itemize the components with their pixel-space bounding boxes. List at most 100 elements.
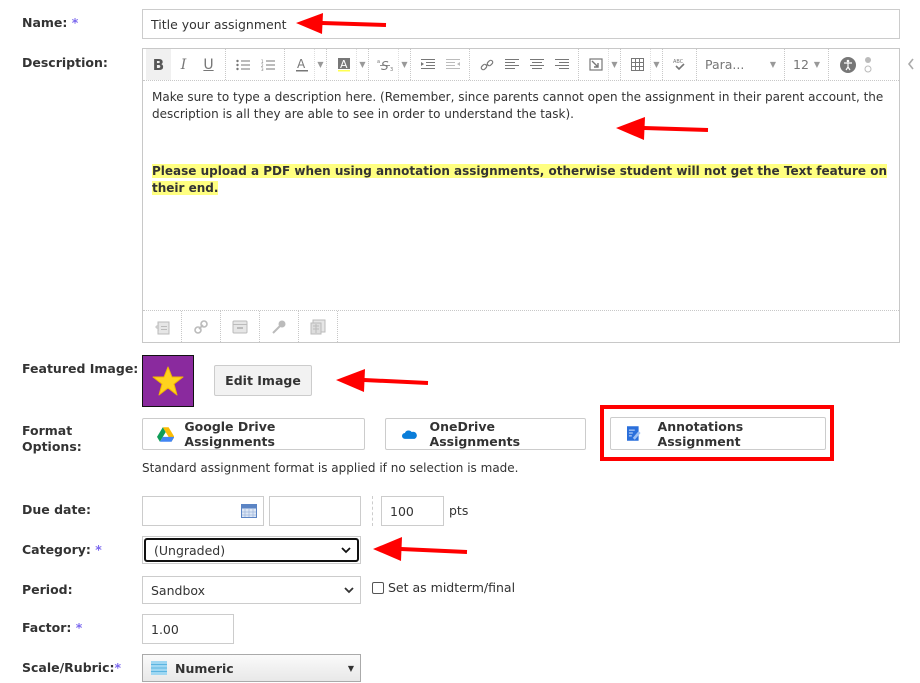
editor-content[interactable]: Make sure to type a description here. (R… — [152, 89, 887, 197]
factor-input[interactable]: 1.00 — [142, 614, 234, 644]
midterm-checkbox[interactable] — [372, 581, 384, 594]
description-editor[interactable]: B I U 123 A ▼ A ▼ aS3 ▼ ▼ ▼ ABC Para... … — [142, 48, 900, 343]
category-select-wrap: (Ungraded) — [142, 536, 361, 564]
highlight-color-dropdown[interactable]: ▼ — [356, 49, 368, 80]
name-input[interactable]: Title your assignment — [142, 9, 900, 39]
svg-text:3: 3 — [261, 67, 264, 71]
align-left-button[interactable] — [499, 49, 524, 80]
indent-icon — [420, 58, 435, 69]
spellcheck-button[interactable]: ABC — [667, 49, 692, 80]
annotations-assignment-label: Annotations Assignment — [657, 418, 744, 449]
factor-label-text: Factor: — [22, 620, 72, 635]
google-drive-assignments-button[interactable]: Google Drive Assignments — [142, 418, 365, 450]
due-time-input[interactable] — [269, 496, 361, 526]
insert-media-dropdown[interactable]: ▼ — [608, 49, 620, 80]
indent-button[interactable] — [415, 49, 440, 80]
bold-button[interactable]: B — [146, 49, 171, 80]
svg-text:a: a — [377, 59, 380, 65]
factor-value: 1.00 — [151, 621, 179, 637]
record-audio-button[interactable] — [260, 311, 299, 342]
font-color-button[interactable]: A — [289, 49, 314, 80]
scale-rubric-select[interactable]: Numeric ▼ — [142, 654, 361, 682]
field-divider — [372, 496, 373, 526]
onedrive-assignments-label: OneDrive Assignments — [429, 419, 521, 449]
paragraph-format-select[interactable]: Para... ▼ — [697, 49, 785, 80]
table-dropdown[interactable]: ▼ — [650, 49, 662, 80]
period-select[interactable]: Sandbox — [142, 576, 361, 604]
annotation-arrow-description — [616, 117, 709, 140]
accessibility-button[interactable] — [835, 49, 860, 80]
insert-link-button[interactable] — [182, 311, 221, 342]
align-center-icon — [529, 58, 544, 69]
scale-rubric-label: Scale/Rubric:* — [22, 660, 121, 676]
due-date-input[interactable] — [142, 496, 264, 526]
insert-content-button[interactable] — [143, 311, 182, 342]
bold-icon: B — [152, 55, 165, 74]
annotations-icon — [627, 426, 641, 441]
points-value: 100 — [390, 503, 414, 519]
name-input-value: Title your assignment — [151, 16, 287, 32]
align-left-icon — [504, 58, 519, 69]
link-button[interactable] — [474, 49, 499, 80]
insert-media-button[interactable] — [583, 49, 608, 80]
spellcheck-icon: ABC — [673, 59, 685, 70]
more-button[interactable] — [860, 49, 876, 80]
featured-image-thumbnail[interactable] — [142, 355, 194, 407]
scale-rubric-label-text: Scale/Rubric: — [22, 660, 115, 675]
annotations-assignment-button[interactable]: Annotations Assignment — [610, 417, 826, 450]
midterm-checkbox-label: Set as midterm/final — [388, 580, 516, 595]
highlight-color-button[interactable]: A — [331, 49, 356, 80]
align-center-button[interactable] — [524, 49, 549, 80]
format-options-label-line1: Format — [22, 423, 73, 438]
points-input[interactable]: 100 — [381, 496, 444, 526]
period-label: Period: — [22, 582, 73, 597]
due-date-label: Due date: — [22, 502, 91, 517]
bulleted-list-icon — [235, 59, 250, 70]
description-paragraph: Make sure to type a description here. (R… — [152, 90, 884, 121]
edit-image-button[interactable]: Edit Image — [214, 365, 312, 396]
annotation-arrow-category — [373, 537, 468, 561]
underline-icon: U — [203, 56, 214, 73]
underline-button[interactable]: U — [196, 49, 221, 80]
onedrive-assignments-button[interactable]: OneDrive Assignments — [385, 418, 586, 450]
outdent-button[interactable] — [440, 49, 465, 80]
italic-button[interactable]: I — [171, 49, 196, 80]
svg-text:A: A — [340, 58, 348, 71]
required-marker: * — [114, 660, 122, 675]
numbered-list-icon: 123 — [261, 59, 275, 71]
bulleted-list-button[interactable] — [230, 49, 255, 80]
calendar-icon[interactable] — [241, 504, 257, 518]
font-color-dropdown[interactable]: ▼ — [314, 49, 326, 80]
font-size-select[interactable]: 12 ▼ — [785, 49, 829, 80]
format-options-label: Format Options: — [22, 423, 82, 455]
numeric-scale-icon — [151, 661, 167, 675]
script-dropdown[interactable]: ▼ — [398, 49, 410, 80]
editor-toolbar: B I U 123 A ▼ A ▼ aS3 ▼ ▼ ▼ ABC Para... … — [143, 49, 899, 81]
midterm-checkbox-row[interactable]: Set as midterm/final — [372, 580, 515, 595]
collapse-toolbar-button[interactable] — [904, 56, 918, 72]
chevron-left-icon — [907, 58, 914, 70]
superscript-subscript-icon: aS3 — [377, 59, 393, 72]
scale-rubric-selected: Numeric — [151, 661, 234, 676]
editor-bottom-toolbar — [143, 310, 899, 342]
edit-image-label: Edit Image — [225, 373, 301, 388]
insert-resource-button[interactable] — [299, 311, 338, 342]
highlight-color-icon: A — [337, 57, 350, 71]
category-selected-value: (Ungraded) — [154, 542, 226, 558]
insert-file-icon — [232, 320, 248, 333]
highlighted-note: Please upload a PDF when using annotatio… — [152, 164, 887, 195]
italic-icon: I — [180, 56, 187, 73]
align-right-icon — [554, 58, 569, 69]
scale-rubric-selected-value: Numeric — [175, 660, 234, 676]
more-icon — [864, 56, 872, 72]
category-select[interactable]: (Ungraded) — [144, 538, 359, 562]
font-size-value: 12 — [793, 57, 809, 72]
insert-file-button[interactable] — [221, 311, 260, 342]
super-sub-script-button[interactable]: aS3 — [373, 49, 398, 80]
table-button[interactable] — [625, 49, 650, 80]
svg-text:ABC: ABC — [673, 59, 684, 65]
google-drive-icon — [157, 427, 175, 442]
align-right-button[interactable] — [549, 49, 574, 80]
required-marker: * — [95, 542, 102, 557]
numbered-list-button[interactable]: 123 — [255, 49, 280, 80]
